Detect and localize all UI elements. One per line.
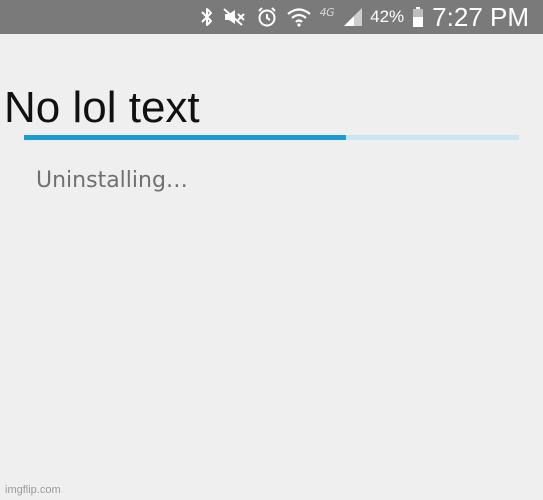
- network-type-label: 4G: [319, 5, 335, 19]
- signal-icon: [342, 0, 364, 34]
- battery-icon: [412, 0, 424, 34]
- alarm-icon: [256, 0, 278, 34]
- uninstall-progress-bar: [24, 135, 519, 140]
- bluetooth-icon: [200, 0, 214, 34]
- status-clock: 7:27 PM: [432, 1, 529, 32]
- progress-fill: [24, 135, 346, 140]
- mute-icon: [222, 0, 248, 34]
- phone-screen: 4G 42% 7:27 PM No lol text Uninstalling……: [0, 0, 543, 500]
- uninstalling-message: Uninstalling…: [36, 168, 188, 193]
- battery-percent: 42%: [370, 7, 405, 26]
- meme-caption: No lol text: [4, 83, 200, 132]
- imgflip-watermark: imgflip.com: [5, 484, 61, 496]
- wifi-icon: [286, 0, 312, 34]
- status-bar: 4G 42% 7:27 PM: [0, 0, 543, 34]
